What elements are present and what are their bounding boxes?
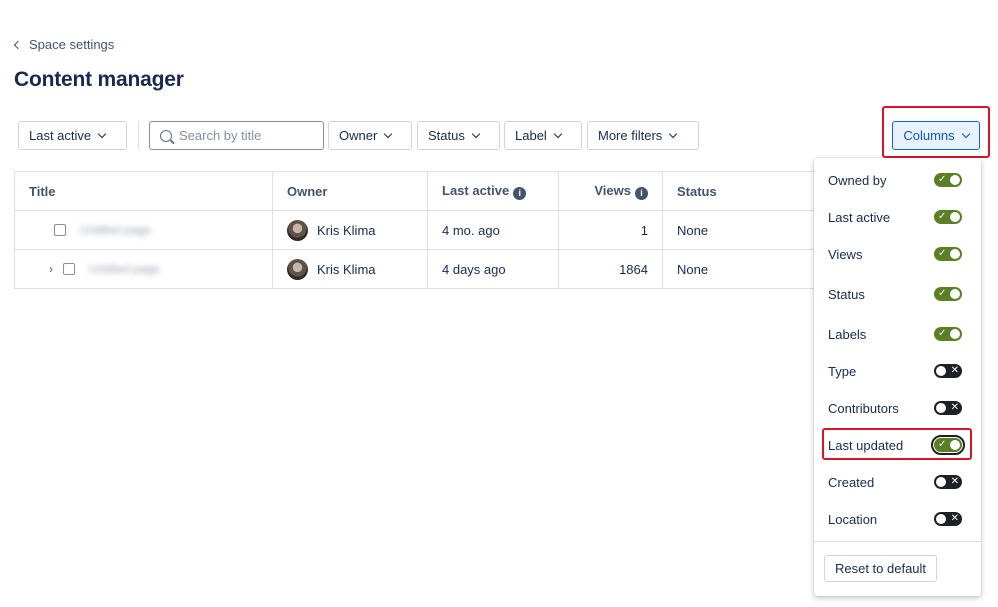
checkmark-icon: ✓ <box>938 211 947 222</box>
chevron-right-icon[interactable]: › <box>49 262 63 276</box>
column-header-views[interactable]: Views i <box>558 171 663 211</box>
columns-menu-item-label: Owned by <box>828 172 887 188</box>
more-filters-label: More filters <box>598 128 663 143</box>
status-toggle[interactable]: ✓ <box>934 287 962 301</box>
chevron-down-icon <box>669 129 678 139</box>
chevron-down-icon <box>97 129 107 139</box>
table-row[interactable]: › Untitled page Kris Klima 4 days ago 18… <box>14 249 818 289</box>
columns-button-label: Columns <box>903 128 955 143</box>
back-link-label: Space settings <box>29 37 115 52</box>
cross-icon: ✕ <box>950 513 959 524</box>
columns-menu-item-last-active[interactable]: Last active ✓ <box>814 205 981 229</box>
columns-menu-item-contributors[interactable]: Contributors ✕ <box>814 396 981 420</box>
search-input[interactable] <box>179 128 309 143</box>
row-last-active-cell: 4 mo. ago <box>427 210 559 250</box>
checkmark-icon: ✓ <box>938 288 947 299</box>
info-icon[interactable]: i <box>635 186 648 200</box>
contributors-toggle[interactable]: ✕ <box>934 401 962 415</box>
checkmark-icon: ✓ <box>938 174 947 185</box>
created-toggle[interactable]: ✕ <box>934 475 962 489</box>
chevron-down-icon <box>471 129 481 139</box>
chevron-left-icon <box>13 40 23 49</box>
last-updated-highlight <box>822 428 972 460</box>
columns-menu-item-owned-by[interactable]: Owned by ✓ <box>814 168 981 192</box>
owner-filter-label: Owner <box>339 128 378 143</box>
type-toggle[interactable]: ✕ <box>934 364 962 378</box>
sort-label: Last active <box>29 128 92 143</box>
columns-menu-item-views[interactable]: Views ✓ <box>814 242 981 266</box>
label-filter-dropdown[interactable]: Label <box>504 121 582 150</box>
owner-filter-dropdown[interactable]: Owner <box>328 121 412 150</box>
search-icon <box>160 129 172 142</box>
row-owner-cell: Kris Klima <box>272 249 428 289</box>
chevron-down-icon <box>961 129 970 139</box>
columns-menu-item-label: Last active <box>828 209 891 225</box>
column-header-owner[interactable]: Owner <box>272 171 428 211</box>
columns-menu-item-type[interactable]: Type ✕ <box>814 359 981 383</box>
page-title-link[interactable]: Untitled page <box>80 223 151 237</box>
columns-menu-item-status[interactable]: Status ✓ <box>814 282 981 306</box>
owned-by-toggle[interactable]: ✓ <box>934 173 962 187</box>
table-header-row: Title Owner Last active i Views i Status <box>14 171 818 211</box>
row-status-cell: None <box>662 249 818 289</box>
chevron-down-icon <box>553 129 563 139</box>
status-filter-dropdown[interactable]: Status <box>417 121 500 150</box>
cross-icon: ✕ <box>950 402 959 413</box>
views-toggle[interactable]: ✓ <box>934 247 962 261</box>
page-title: Content manager <box>14 68 184 91</box>
row-views-cell: 1 <box>558 210 663 250</box>
row-checkbox[interactable] <box>54 224 66 236</box>
columns-menu: Owned by ✓ Last active ✓ Views ✓ Status … <box>814 158 981 596</box>
owner-name: Kris Klima <box>317 222 376 238</box>
row-last-active-cell: 4 days ago <box>427 249 559 289</box>
labels-toggle[interactable]: ✓ <box>934 327 962 341</box>
columns-menu-item-label: Location <box>828 511 878 527</box>
columns-menu-item-label: Type <box>828 363 857 379</box>
toolbar-divider <box>138 121 139 150</box>
checkmark-icon: ✓ <box>938 248 947 259</box>
avatar <box>287 219 308 241</box>
cross-icon: ✕ <box>950 365 959 376</box>
content-table: Title Owner Last active i Views i Status U… <box>14 171 818 289</box>
owner-name: Kris Klima <box>317 261 376 277</box>
column-header-status[interactable]: Status <box>662 171 818 211</box>
row-title-cell: Untitled page <box>14 210 273 250</box>
cross-icon: ✕ <box>950 476 959 487</box>
row-owner-cell: Kris Klima <box>272 210 428 250</box>
column-header-last-active[interactable]: Last active i <box>427 171 559 211</box>
status-filter-label: Status <box>428 128 465 143</box>
avatar <box>287 258 308 280</box>
row-checkbox[interactable] <box>63 263 75 275</box>
row-title-cell: › Untitled page <box>14 249 273 289</box>
columns-menu-item-label: Labels <box>828 326 867 342</box>
info-icon[interactable]: i <box>513 186 527 200</box>
column-header-title[interactable]: Title <box>14 171 273 211</box>
back-to-space-settings-link[interactable]: Space settings <box>13 37 115 52</box>
row-views-cell: 1864 <box>558 249 663 289</box>
columns-menu-item-label: Contributors <box>828 400 899 416</box>
columns-menu-item-label: Created <box>828 474 875 490</box>
columns-button[interactable]: Columns <box>892 121 980 150</box>
last-active-toggle[interactable]: ✓ <box>934 210 962 224</box>
columns-menu-item-label: Status <box>828 286 865 302</box>
more-filters-dropdown[interactable]: More filters <box>587 121 699 150</box>
columns-menu-item-label: Views <box>828 246 863 262</box>
table-row[interactable]: Untitled page Kris Klima 4 mo. ago 1 Non… <box>14 210 818 250</box>
reset-to-default-button[interactable]: Reset to default <box>824 555 937 582</box>
columns-menu-item-created[interactable]: Created ✕ <box>814 470 981 494</box>
chevron-down-icon <box>384 129 393 139</box>
columns-menu-item-labels[interactable]: Labels ✓ <box>814 322 981 346</box>
label-filter-label: Label <box>515 128 547 143</box>
row-status-cell: None <box>662 210 818 250</box>
columns-menu-item-location[interactable]: Location ✕ <box>814 507 981 531</box>
page-title-link[interactable]: Untitled page <box>89 262 160 276</box>
checkmark-icon: ✓ <box>938 328 947 339</box>
location-toggle[interactable]: ✕ <box>934 512 962 526</box>
sort-last-active-dropdown[interactable]: Last active <box>18 121 127 150</box>
columns-menu-divider <box>814 541 981 542</box>
search-field[interactable] <box>149 121 324 150</box>
